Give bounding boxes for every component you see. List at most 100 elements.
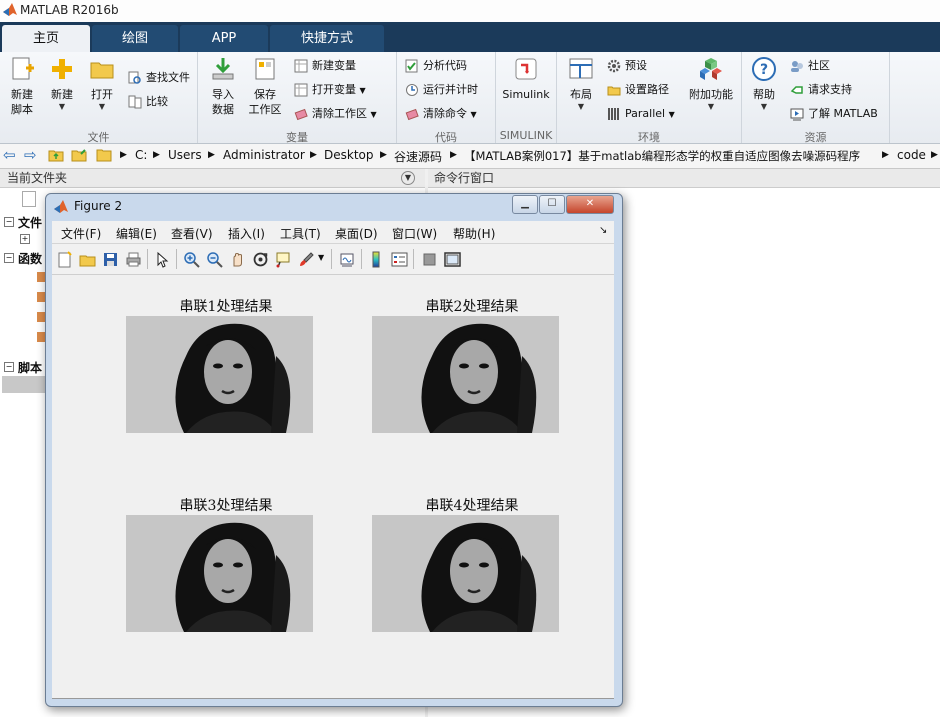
- clear-commands-button[interactable]: 清除命令 ▼: [405, 104, 477, 124]
- crumb-gusu[interactable]: 谷速源码: [394, 148, 442, 165]
- subplot-3-image[interactable]: [126, 515, 313, 632]
- file-section-label: 文件: [87, 131, 110, 144]
- import-data-button[interactable]: 导入 数据: [201, 56, 245, 117]
- crumb-project[interactable]: 【MATLAB案例017】基于matlab编程形态学的权重自适应图像去噪源码程序: [464, 148, 860, 164]
- panel-menu-icon[interactable]: ▼: [401, 171, 415, 185]
- pointer-icon[interactable]: [154, 251, 171, 268]
- tab-apps[interactable]: APP: [180, 25, 268, 52]
- subplot-4-image[interactable]: [372, 515, 559, 632]
- brush-icon[interactable]: [298, 251, 315, 268]
- crumb-desktop[interactable]: Desktop: [324, 148, 374, 162]
- forward-arrow-icon[interactable]: ⇨: [24, 146, 37, 164]
- set-path-button[interactable]: 设置路径: [607, 80, 669, 100]
- save-workspace-icon: [255, 58, 275, 80]
- chevron-down-icon: ▼: [359, 86, 366, 95]
- menu-insert[interactable]: 插入(I): [228, 225, 265, 242]
- menu-edit[interactable]: 编辑(E): [116, 225, 157, 242]
- compare-button[interactable]: 比较: [128, 92, 168, 112]
- dock-arrow-icon[interactable]: ↘: [599, 225, 607, 236]
- menu-window[interactable]: 窗口(W): [392, 225, 437, 242]
- rotate-3d-icon[interactable]: [252, 251, 269, 268]
- menu-file[interactable]: 文件(F): [61, 225, 101, 242]
- minimize-button[interactable]: ▁: [512, 195, 538, 214]
- selected-script-row[interactable]: [2, 376, 46, 393]
- open-button[interactable]: 打开 ▼: [80, 56, 124, 112]
- import-icon: [212, 58, 234, 80]
- chevron-down-icon[interactable]: ▼: [318, 253, 324, 262]
- tab-plots[interactable]: 绘图: [92, 25, 178, 52]
- data-cursor-icon[interactable]: [275, 251, 292, 268]
- expand-icon[interactable]: +: [20, 234, 30, 244]
- up-folder-icon[interactable]: [48, 148, 64, 162]
- collapse-icon[interactable]: −: [4, 217, 14, 227]
- close-button[interactable]: ✕: [566, 195, 614, 214]
- file-section: 新建 脚本 新建 ▼ 打开 ▼ 查找文件 比较 文件: [0, 52, 198, 144]
- community-button[interactable]: 社区: [790, 56, 830, 76]
- figure-canvas[interactable]: 串联1处理结果 串联2处理结果 串联3处理结果 串联4处理结果: [52, 275, 614, 699]
- collapse-icon[interactable]: −: [4, 362, 14, 372]
- find-files-button[interactable]: 查找文件: [128, 68, 190, 88]
- subplot-1-image[interactable]: [126, 316, 313, 433]
- tree-scripts[interactable]: 脚本: [18, 359, 42, 376]
- crumb-separator: ▶: [450, 150, 457, 160]
- browse-folder-icon[interactable]: [71, 148, 87, 162]
- command-window-header: 命令行窗口: [428, 169, 940, 188]
- run-and-time-icon: [406, 84, 418, 96]
- open-file-icon[interactable]: [79, 251, 96, 268]
- new-script-icon: [12, 57, 34, 80]
- file-icon: [22, 191, 36, 207]
- print-icon[interactable]: [125, 251, 142, 268]
- parallel-button[interactable]: Parallel ▼: [607, 104, 675, 124]
- clear-workspace-button[interactable]: 清除工作区 ▼: [294, 104, 377, 124]
- pan-icon[interactable]: [229, 251, 246, 268]
- subplot-2-image[interactable]: [372, 316, 559, 433]
- command-window-title: 命令行窗口: [434, 171, 495, 185]
- crumb-users[interactable]: Users: [168, 148, 202, 162]
- crumb-separator: ▶: [882, 150, 889, 160]
- back-arrow-icon[interactable]: ⇦: [3, 146, 16, 164]
- simulink-button[interactable]: Simulink: [496, 56, 556, 102]
- menu-help[interactable]: 帮助(H): [453, 225, 495, 242]
- preferences-button[interactable]: 预设: [607, 56, 647, 76]
- crumb-administrator[interactable]: Administrator: [223, 148, 305, 162]
- tree-functions[interactable]: 函数: [18, 250, 42, 267]
- zoom-out-icon[interactable]: [206, 251, 223, 268]
- tree-files[interactable]: 文件: [18, 214, 42, 231]
- subplot-4-title: 串联4处理结果: [425, 498, 519, 514]
- save-workspace-button[interactable]: 保存 工作区: [243, 56, 287, 117]
- request-support-button[interactable]: 请求支持: [790, 80, 852, 100]
- tab-shortcuts[interactable]: 快捷方式: [270, 25, 384, 52]
- toolbar-divider: [413, 249, 414, 269]
- legend-icon[interactable]: [391, 251, 408, 268]
- link-plot-icon[interactable]: [339, 251, 356, 268]
- crumb-code[interactable]: code: [897, 148, 926, 162]
- menu-desktop[interactable]: 桌面(D): [335, 225, 378, 242]
- chevron-down-icon: ▼: [370, 110, 377, 119]
- learn-matlab-button[interactable]: 了解 MATLAB: [790, 104, 878, 124]
- colorbar-icon[interactable]: [368, 251, 385, 268]
- show-plot-tools-icon[interactable]: [444, 251, 461, 268]
- new-figure-icon[interactable]: [56, 251, 73, 268]
- new-button[interactable]: 新建 ▼: [40, 56, 84, 112]
- analyze-code-button[interactable]: 分析代码: [405, 56, 467, 76]
- figure-menubar: 文件(F) 编辑(E) 查看(V) 插入(I) 工具(T) 桌面(D) 窗口(W…: [52, 221, 614, 244]
- menu-tools[interactable]: 工具(T): [280, 225, 321, 242]
- help-button[interactable]: ? 帮助 ▼: [742, 56, 786, 112]
- hide-plot-tools-icon[interactable]: [421, 251, 438, 268]
- layout-button[interactable]: 布局 ▼: [559, 56, 603, 112]
- new-script-button[interactable]: 新建 脚本: [0, 56, 44, 117]
- folder-icon: [607, 86, 621, 96]
- new-variable-icon: [294, 59, 308, 73]
- zoom-in-icon[interactable]: [183, 251, 200, 268]
- menu-view[interactable]: 查看(V): [171, 225, 213, 242]
- crumb-drive[interactable]: C:: [135, 148, 147, 162]
- open-variable-button[interactable]: 打开变量 ▼: [294, 80, 366, 100]
- run-and-time-button[interactable]: 运行并计时: [405, 80, 478, 100]
- new-variable-button[interactable]: 新建变量: [294, 56, 356, 76]
- collapse-icon[interactable]: −: [4, 253, 14, 263]
- figure-title: Figure 2: [74, 199, 123, 213]
- tab-home[interactable]: 主页: [2, 25, 90, 52]
- addons-button[interactable]: 附加功能 ▼: [685, 56, 737, 112]
- maximize-button[interactable]: ☐: [539, 195, 565, 214]
- save-icon[interactable]: [102, 251, 119, 268]
